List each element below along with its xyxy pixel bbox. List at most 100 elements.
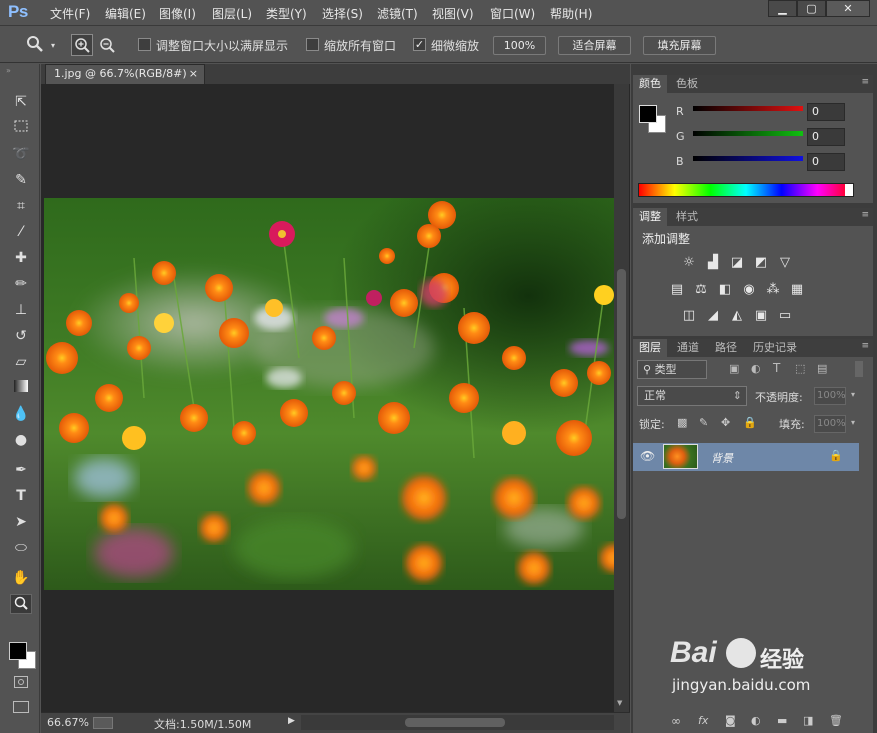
gradient-map-icon[interactable]: ▭: [777, 308, 793, 324]
fit-screen-button[interactable]: 适合屏幕: [558, 36, 631, 55]
scrubby-zoom-checkbox[interactable]: ✓: [413, 38, 426, 51]
selective-color-icon[interactable]: ▣: [753, 308, 769, 324]
new-group-icon[interactable]: ▬: [777, 714, 787, 727]
minimize-button[interactable]: ▁: [768, 0, 797, 17]
channel-mixer-icon[interactable]: ⁂: [765, 282, 781, 298]
delete-layer-icon[interactable]: 🗑: [829, 714, 843, 727]
threshold-icon[interactable]: ◭: [729, 308, 745, 324]
tab-history[interactable]: 历史记录: [747, 339, 803, 357]
curves-icon[interactable]: ◪: [729, 255, 745, 271]
zoom-out-button[interactable]: [97, 35, 117, 55]
vertical-scrollbar[interactable]: ▼: [614, 84, 629, 713]
layer-name[interactable]: 背景: [711, 450, 733, 466]
horizontal-scrollbar[interactable]: [301, 715, 614, 730]
filter-adjustment-icon[interactable]: ◐: [751, 362, 761, 375]
move-tool-icon[interactable]: ⇱: [10, 92, 32, 112]
zoom-level[interactable]: 66.67%: [47, 716, 89, 729]
close-button[interactable]: ✕: [826, 0, 870, 17]
document-close-icon[interactable]: ×: [189, 65, 198, 83]
menu-image[interactable]: 图像(I): [159, 5, 196, 22]
status-icon[interactable]: [93, 717, 113, 729]
menu-edit[interactable]: 编辑(E): [105, 5, 146, 22]
menu-select[interactable]: 选择(S): [322, 5, 363, 22]
new-layer-icon[interactable]: ◨: [803, 714, 813, 727]
visibility-eye-icon[interactable]: 👁: [640, 449, 655, 463]
marquee-tool-icon[interactable]: [10, 118, 32, 138]
zoom-tool-icon[interactable]: [26, 35, 44, 53]
exposure-icon[interactable]: ◩: [753, 255, 769, 271]
levels-icon[interactable]: ▟: [705, 255, 721, 271]
new-adjustment-icon[interactable]: ◐: [751, 714, 761, 727]
crop-tool-icon[interactable]: ⌗: [10, 196, 32, 216]
ellipse-tool-icon[interactable]: ⬭: [10, 538, 32, 558]
opacity-input[interactable]: 100%: [814, 387, 846, 405]
gradient-tool-icon[interactable]: [10, 378, 32, 398]
color-balance-icon[interactable]: ⚖: [693, 282, 709, 298]
layer-filter-select[interactable]: ⚲ 类型: [637, 360, 707, 379]
healing-brush-icon[interactable]: ✚: [10, 248, 32, 268]
menu-window[interactable]: 窗口(W): [490, 5, 535, 22]
eraser-tool-icon[interactable]: ▱: [10, 352, 32, 372]
lock-position-icon[interactable]: ✥: [721, 416, 730, 429]
vertical-scroll-thumb[interactable]: [617, 269, 626, 519]
history-brush-icon[interactable]: ↺: [10, 326, 32, 346]
posterize-icon[interactable]: ◢: [705, 308, 721, 324]
link-layers-icon[interactable]: ∞: [671, 714, 681, 728]
menu-help[interactable]: 帮助(H): [550, 5, 592, 22]
lock-transparent-icon[interactable]: ▩: [677, 416, 687, 429]
invert-icon[interactable]: ◫: [681, 308, 697, 324]
filter-type-icon[interactable]: T: [773, 361, 780, 375]
maximize-button[interactable]: ▢: [797, 0, 826, 17]
filter-image-icon[interactable]: ▣: [729, 362, 739, 375]
lasso-tool-icon[interactable]: ➰: [10, 144, 32, 164]
vibrance-icon[interactable]: ▽: [777, 255, 793, 271]
panel-menu-icon[interactable]: ≡: [861, 77, 869, 87]
opacity-chevron-icon[interactable]: ▾: [851, 390, 855, 399]
collapse-icon[interactable]: »: [6, 66, 11, 75]
menu-filter[interactable]: 滤镜(T): [377, 5, 418, 22]
type-tool-icon[interactable]: T: [10, 486, 32, 506]
status-menu-icon[interactable]: ▶: [288, 716, 295, 726]
tab-layers[interactable]: 图层: [633, 339, 667, 357]
panel-menu-icon[interactable]: ≡: [861, 210, 869, 220]
eyedropper-tool-icon[interactable]: ⁄: [10, 222, 32, 242]
lock-pixels-icon[interactable]: ✎: [699, 416, 708, 429]
zoom-100-button[interactable]: 100%: [493, 36, 546, 55]
scroll-down-icon[interactable]: ▼: [617, 699, 622, 707]
menu-layer[interactable]: 图层(L): [212, 5, 252, 22]
lock-all-icon[interactable]: 🔒: [743, 416, 757, 429]
quick-mask-icon[interactable]: [14, 676, 28, 688]
black-white-icon[interactable]: ◧: [717, 282, 733, 298]
menu-view[interactable]: 视图(V): [432, 5, 474, 22]
layer-style-icon[interactable]: fx: [698, 714, 708, 727]
resize-windows-checkbox[interactable]: [138, 38, 151, 51]
layer-row[interactable]: 👁 背景 🔒: [633, 443, 859, 471]
zoom-all-checkbox[interactable]: [306, 38, 319, 51]
filter-toggle[interactable]: [855, 361, 863, 377]
menu-type[interactable]: 类型(Y): [266, 5, 307, 22]
screen-mode-icon[interactable]: [13, 701, 29, 713]
photo-filter-icon[interactable]: ◉: [741, 282, 757, 298]
zoom-in-button[interactable]: [71, 34, 93, 56]
zoom-tool-icon[interactable]: [10, 594, 32, 614]
blur-tool-icon[interactable]: 💧: [10, 404, 32, 424]
image-canvas[interactable]: [44, 198, 614, 590]
blend-mode-select[interactable]: 正常 ⇕: [637, 386, 747, 406]
fill-input[interactable]: 100%: [814, 415, 846, 433]
channel-r-value[interactable]: 0: [807, 103, 845, 121]
path-select-icon[interactable]: ➤: [10, 512, 32, 532]
tab-paths[interactable]: 路径: [709, 339, 743, 357]
tab-swatches[interactable]: 色板: [670, 75, 704, 93]
fill-chevron-icon[interactable]: ▾: [851, 418, 855, 427]
tab-color[interactable]: 颜色: [633, 75, 667, 93]
tool-preset-chevron-icon[interactable]: ▾: [51, 41, 55, 50]
add-mask-icon[interactable]: ◙: [725, 714, 736, 727]
channel-b-slider[interactable]: [693, 156, 803, 161]
color-spectrum[interactable]: [638, 183, 854, 197]
tab-adjustments[interactable]: 调整: [633, 208, 667, 226]
channel-g-slider[interactable]: [693, 131, 803, 136]
brush-tool-icon[interactable]: ✏: [10, 274, 32, 294]
clone-stamp-icon[interactable]: ⊥: [10, 300, 32, 320]
tab-styles[interactable]: 样式: [670, 208, 704, 226]
brightness-icon[interactable]: ☼: [681, 255, 697, 271]
